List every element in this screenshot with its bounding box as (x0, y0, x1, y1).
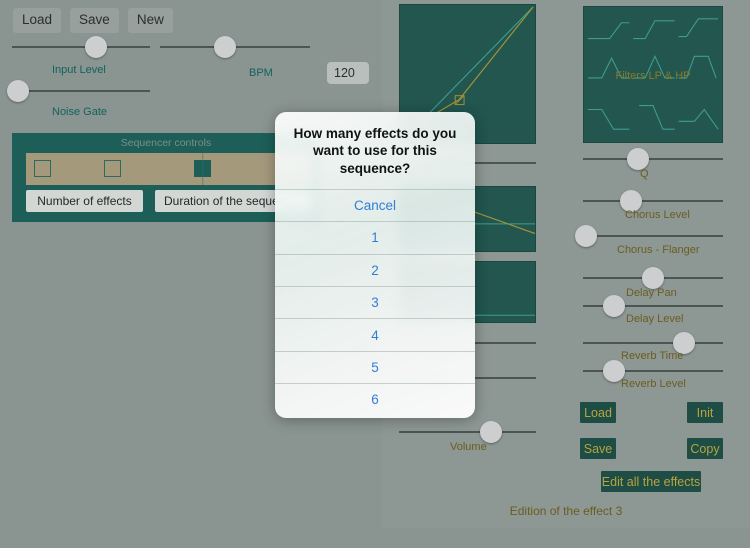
sequencer-strip[interactable] (26, 153, 312, 185)
slider-knob[interactable] (85, 36, 108, 58)
step-checkbox[interactable] (34, 160, 51, 177)
noise-gate-slider[interactable] (6, 80, 150, 102)
effect-save-button[interactable]: Save (580, 438, 616, 459)
sequencer-step[interactable] (194, 153, 211, 185)
delay-level-label: Delay Level (626, 313, 684, 325)
reverb-level-label: Reverb Level (621, 378, 686, 390)
slider-knob[interactable] (602, 295, 625, 317)
q-label: Q (640, 168, 649, 180)
step-checkbox[interactable] (104, 160, 121, 177)
volume-slider[interactable] (399, 421, 536, 443)
number-of-effects-button[interactable]: Number of effects (26, 190, 143, 212)
dialog-option-5[interactable]: 5 (275, 350, 475, 383)
sequencer-panel: Sequencer controls Number of effects Dur… (12, 133, 320, 222)
bpm-label: BPM (249, 67, 273, 79)
filters-panel[interactable]: Filters LP & HP (583, 6, 723, 143)
delay-pan-slider[interactable] (583, 267, 723, 289)
slider-knob[interactable] (642, 267, 664, 289)
sequencer-step[interactable] (104, 160, 121, 177)
slider-knob[interactable] (213, 36, 236, 58)
slider-track (399, 431, 536, 433)
input-level-label: Input Level (52, 64, 106, 76)
app-root: Load Save New Input Level BPM 120 Noise … (0, 0, 750, 548)
effect-load-button[interactable]: Load (580, 402, 616, 423)
dialog-option-3[interactable]: 3 (275, 285, 475, 318)
load-button[interactable]: Load (13, 8, 62, 33)
effect-init-button[interactable]: Init (687, 402, 723, 423)
dialog-cancel-button[interactable]: Cancel (275, 188, 475, 221)
slider-track (12, 46, 150, 48)
q-slider[interactable] (583, 148, 723, 170)
slider-track (583, 158, 723, 160)
slider-knob[interactable] (479, 421, 502, 443)
filters-label: Filters LP & HP (615, 70, 691, 82)
bpm-slider[interactable] (160, 36, 310, 58)
sequencer-title: Sequencer controls (120, 137, 212, 149)
effect-copy-button[interactable]: Copy (687, 438, 723, 459)
chorus-level-label: Chorus Level (625, 209, 690, 221)
dialog-title: How many effects do you want to use for … (293, 126, 457, 176)
chorus-flanger-label: Chorus - Flanger (617, 244, 700, 256)
slider-track (583, 342, 723, 344)
sequencer-step[interactable] (34, 160, 51, 177)
playhead-indicator (201, 153, 204, 185)
status-text: Edition of the effect 3 (509, 504, 623, 518)
slider-knob[interactable] (574, 225, 597, 247)
slider-track (583, 235, 723, 237)
volume-label: Volume (450, 441, 487, 453)
slider-knob[interactable] (6, 80, 29, 102)
dialog-option-1[interactable]: 1 (275, 221, 475, 253)
slider-track (583, 200, 723, 202)
noise-gate-label: Noise Gate (52, 106, 108, 118)
dialog-option-2[interactable]: 2 (275, 253, 475, 286)
effects-count-dialog: How many effects do you want to use for … (275, 112, 475, 418)
save-button[interactable]: Save (70, 8, 119, 33)
dialog-option-4[interactable]: 4 (275, 318, 475, 350)
input-level-slider[interactable] (12, 36, 150, 58)
slider-knob[interactable] (626, 148, 649, 170)
edit-all-effects-button[interactable]: Edit all the effects (601, 471, 701, 492)
dialog-option-6[interactable]: 6 (275, 383, 475, 415)
slider-track (12, 90, 150, 92)
new-button[interactable]: New (127, 8, 173, 33)
top-toolbar: Load Save New (13, 8, 173, 33)
bpm-input[interactable]: 120 (327, 62, 369, 84)
